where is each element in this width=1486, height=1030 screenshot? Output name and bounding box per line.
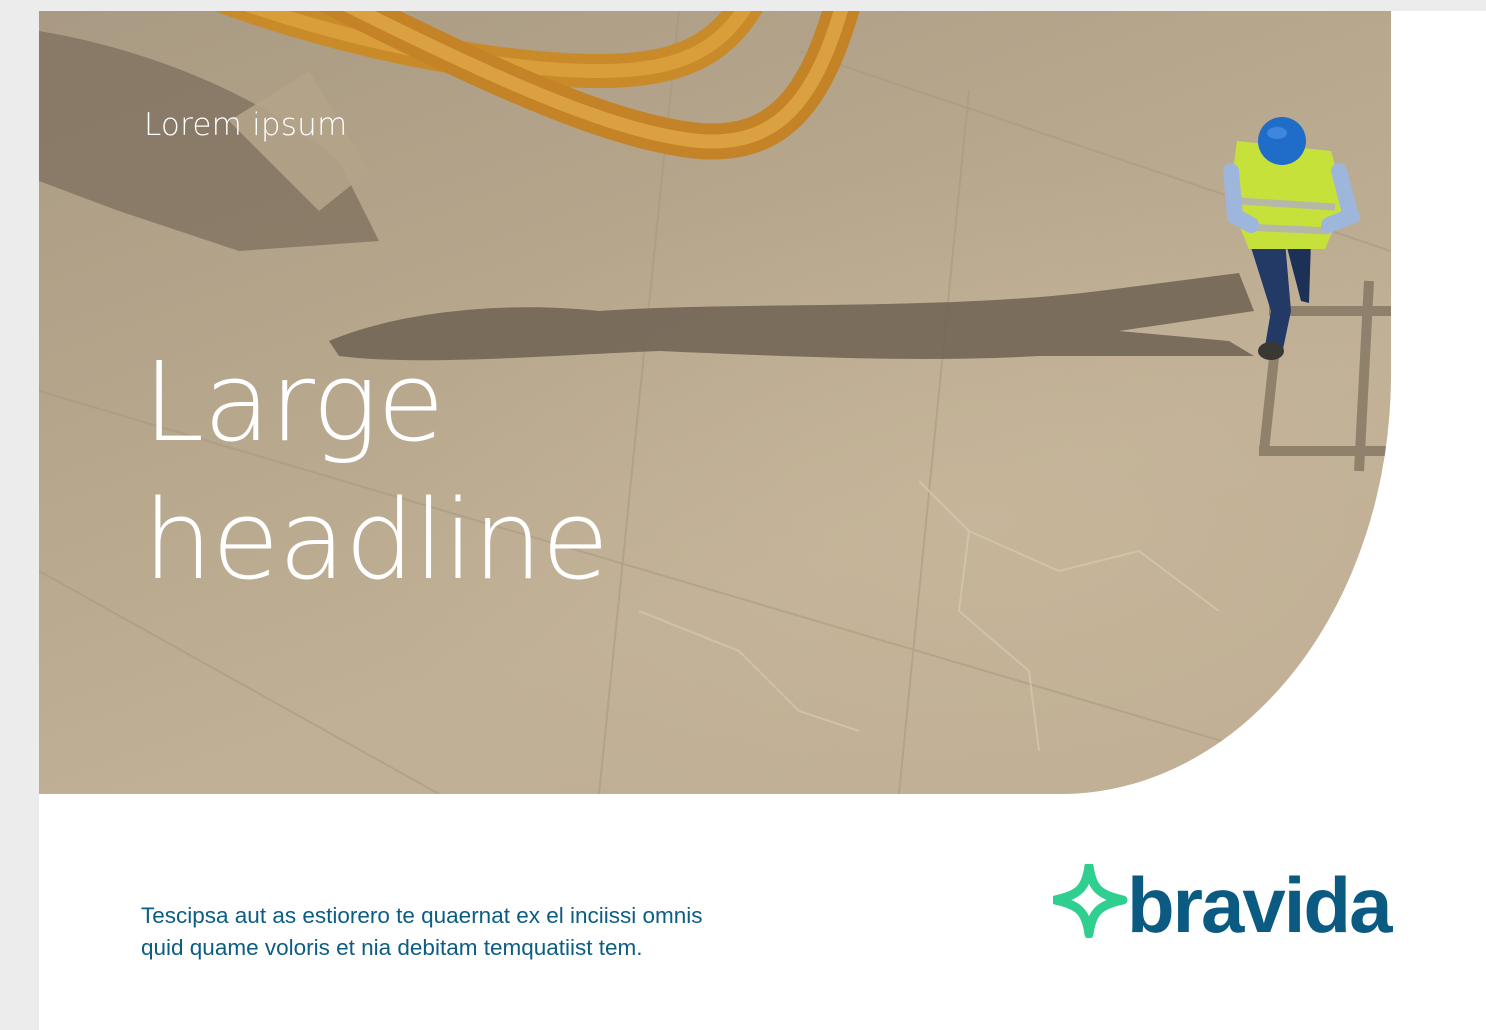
body-copy: Tescipsa aut as estiorero te quaernat ex… [141, 900, 841, 964]
eyebrow-text: Lorem ipsum [144, 107, 348, 143]
body-copy-line-1: Tescipsa aut as estiorero te quaernat ex… [141, 902, 703, 928]
body-copy-line-2: quid quame voloris et nia debitam temqua… [141, 934, 643, 960]
headline-line-1: Large [143, 338, 445, 466]
hero-image: Lorem ipsum Large headline [39, 11, 1391, 794]
bravida-logo: bravida [1053, 864, 1393, 938]
document-page: Lorem ipsum Large headline Tescipsa aut … [39, 11, 1486, 1030]
worker-figure [1223, 117, 1361, 360]
bravida-star-icon [1053, 864, 1128, 938]
headline-line-2: headline [143, 476, 609, 604]
large-headline: Large headline [143, 333, 609, 609]
bravida-wordmark: bravida [1127, 864, 1393, 938]
